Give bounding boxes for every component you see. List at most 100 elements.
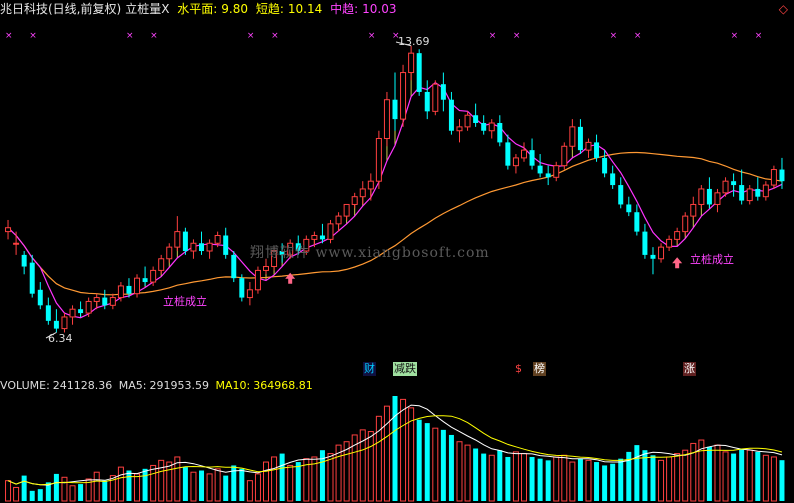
- candle-body: [512, 157, 519, 167]
- tag-zhang[interactable]: 涨: [683, 362, 696, 376]
- candle-body: [594, 142, 600, 158]
- candle-body: [634, 212, 640, 232]
- volume-bar: [199, 470, 205, 501]
- candle-body: [21, 254, 27, 267]
- volume-bar: [731, 453, 737, 501]
- candle-body: [706, 188, 712, 205]
- candle-body: [553, 165, 560, 178]
- candle-body: [440, 84, 446, 100]
- candle-body: [690, 203, 697, 217]
- tag-bang[interactable]: 榜: [533, 362, 546, 376]
- volume-bar: [674, 453, 681, 502]
- watermark: 翔博软件 www.xiangbosoft.com: [250, 245, 490, 261]
- volume-bar: [706, 446, 712, 501]
- candle-body: [78, 309, 84, 314]
- top-marker: ×: [29, 31, 37, 41]
- candle-body: [666, 238, 673, 248]
- candle-body: [714, 192, 721, 205]
- candle-body: [375, 138, 382, 182]
- candle-body: [682, 215, 689, 233]
- candle-body: [69, 308, 76, 318]
- volume-bar: [29, 490, 35, 501]
- candle-body: [755, 188, 761, 197]
- volume-bar: [287, 464, 294, 502]
- volume-bar: [190, 471, 197, 502]
- top-marker: ×: [5, 31, 13, 41]
- volume-bar: [456, 441, 463, 502]
- candle-body: [650, 254, 656, 259]
- top-marker: ×: [489, 31, 497, 41]
- candle-body: [779, 169, 785, 182]
- volume-bar: [327, 453, 334, 502]
- candle-body: [722, 180, 729, 194]
- volume-bar: [254, 473, 261, 502]
- volume-bar: [770, 456, 777, 502]
- tag-jiandie[interactable]: 减跌: [393, 362, 417, 376]
- candle-body: [537, 165, 543, 174]
- candle-body: [416, 53, 422, 92]
- candle-body: [246, 289, 253, 299]
- tag-cai[interactable]: 财: [363, 362, 376, 376]
- volume-chart[interactable]: [0, 378, 794, 503]
- indicator-name: 立桩量X: [125, 2, 170, 16]
- volume-bar: [78, 484, 84, 501]
- price-chart[interactable]: × × × × × × × × × × × × × ×: [0, 18, 794, 358]
- candle-body: [400, 72, 407, 120]
- top-marker: ×: [271, 31, 279, 41]
- volume-bar: [239, 468, 245, 501]
- top-marker: ×: [513, 31, 521, 41]
- volume-bar: [739, 448, 745, 501]
- tag-dollar[interactable]: $: [514, 362, 523, 376]
- candle-body: [45, 305, 51, 321]
- volume-bar: [37, 489, 43, 501]
- candle-body: [343, 203, 350, 217]
- volume-bar: [263, 461, 270, 502]
- candle-body: [117, 285, 124, 299]
- candle-body: [367, 180, 374, 190]
- top-marker: ×: [755, 31, 763, 41]
- candle-body: [174, 231, 181, 248]
- mid-value: 10.03: [362, 2, 397, 16]
- volume-bar: [440, 429, 446, 501]
- candle-body: [610, 173, 616, 186]
- diamond-icon[interactable]: ◇: [779, 2, 788, 16]
- candle-body: [239, 278, 245, 298]
- volume-bar: [246, 480, 253, 502]
- candle-body: [505, 142, 511, 166]
- volume-bar: [13, 486, 20, 502]
- candle-body: [585, 141, 592, 151]
- candle-body: [102, 297, 108, 306]
- candle-body: [497, 122, 503, 143]
- candle-body: [464, 114, 471, 128]
- volume-bar: [585, 459, 592, 502]
- high-price-label: 13.69: [398, 35, 430, 48]
- candle-body: [731, 181, 737, 186]
- candle-body: [488, 122, 495, 132]
- volume-bar: [497, 450, 503, 501]
- volume-bar: [746, 449, 753, 502]
- volume-bar: [416, 419, 422, 501]
- candle-body: [319, 235, 325, 240]
- volume-bar: [610, 463, 616, 501]
- candle-body: [134, 277, 141, 295]
- candle-body: [432, 83, 439, 112]
- short-value: 10.14: [287, 2, 323, 16]
- volume-bar: [618, 458, 624, 501]
- volume-bar: [142, 468, 148, 501]
- candle-body: [602, 157, 608, 174]
- volume-bar: [69, 485, 76, 502]
- volume-bar: [367, 431, 374, 502]
- volume-bar: [21, 475, 27, 501]
- candle-body: [150, 269, 157, 283]
- candle-body: [424, 91, 430, 112]
- candle-body: [569, 126, 576, 147]
- volume-bar: [520, 453, 527, 502]
- candle-body: [231, 254, 237, 279]
- candle-body: [674, 231, 681, 240]
- volume-bar: [473, 448, 479, 501]
- candle-body: [166, 246, 173, 260]
- volume-bar: [271, 456, 278, 502]
- candle-body: [739, 185, 745, 201]
- candle-body: [335, 215, 342, 225]
- volume-bar: [569, 461, 576, 502]
